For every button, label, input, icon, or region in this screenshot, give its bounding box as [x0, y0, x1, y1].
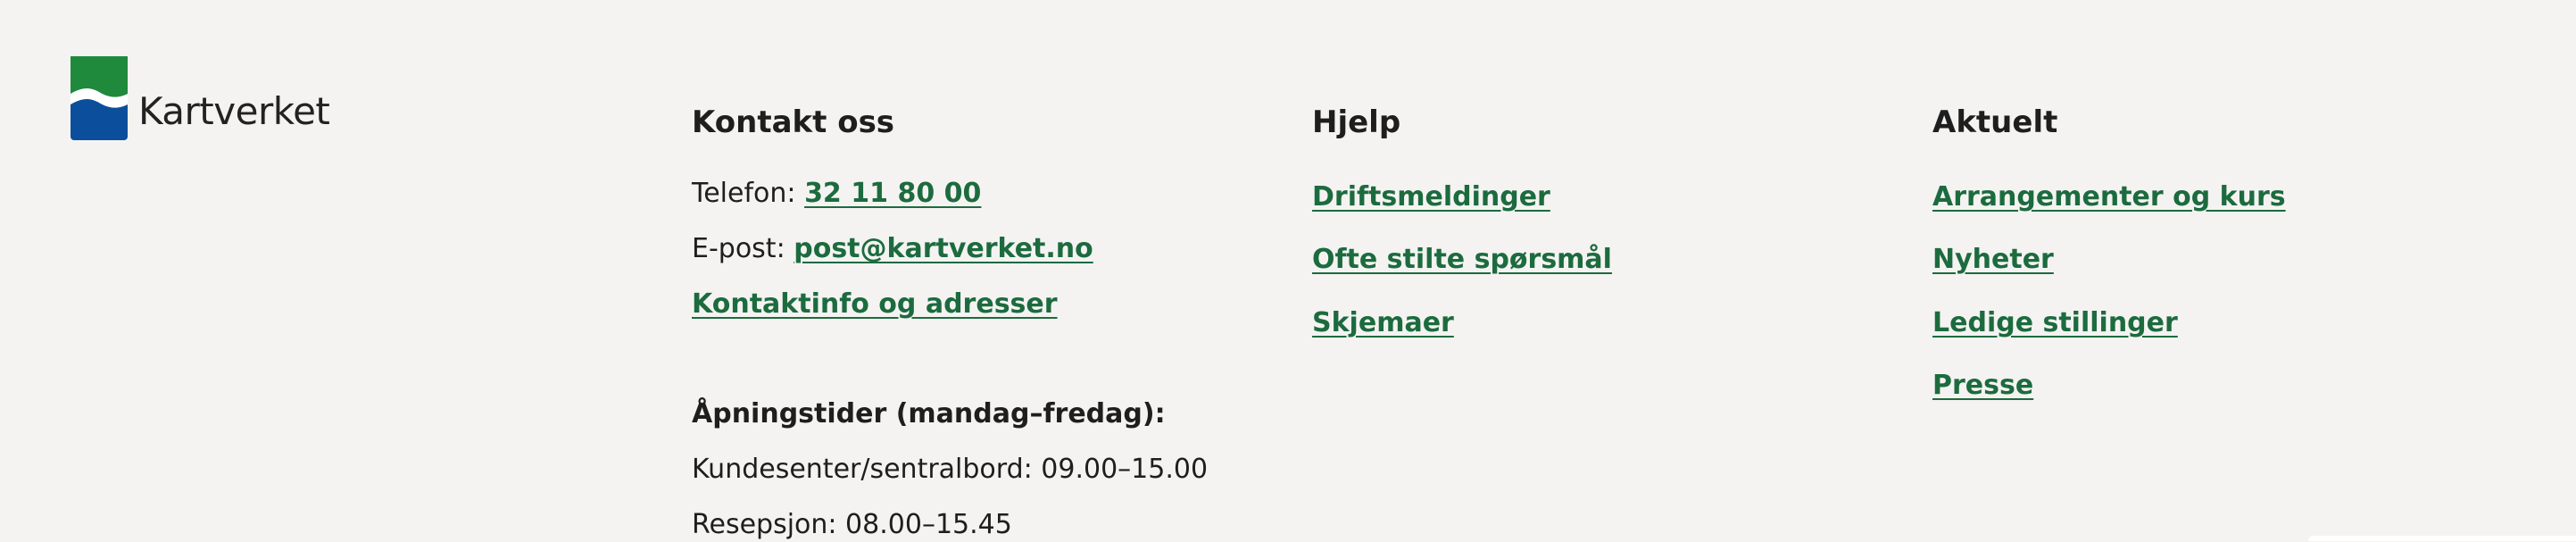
hours-reception: Resepsjon: 08.00–15.45 [692, 509, 1012, 540]
news-link-events[interactable]: Arrangementer og kurs [1932, 181, 2286, 213]
phone-link[interactable]: 32 11 80 00 [804, 178, 981, 209]
news-link-nyheter[interactable]: Nyheter [1932, 244, 2054, 275]
news-link-presse[interactable]: Presse [1932, 370, 2033, 401]
phone-label: Telefon: [692, 178, 796, 209]
contact-heading: Kontakt oss [692, 104, 895, 140]
help-link-driftsmeldinger[interactable]: Driftsmeldinger [1312, 181, 1550, 213]
help-link-faq[interactable]: Ofte stilte spørsmål [1312, 244, 1612, 275]
contact-info-link[interactable]: Kontaktinfo og adresser [692, 288, 1058, 320]
news-link-jobs[interactable]: Ledige stillinger [1932, 307, 2178, 338]
logo-text: Kartverket [138, 89, 330, 133]
email-link[interactable]: post@kartverket.no [794, 233, 1093, 264]
help-heading: Hjelp [1312, 104, 1401, 140]
bottom-right-panel-edge [2308, 536, 2576, 541]
phone-line: Telefon: 32 11 80 00 [692, 177, 981, 211]
kartverket-logo[interactable]: Kartverket [71, 56, 330, 140]
kartverket-logo-icon [71, 56, 128, 140]
email-line: E-post: post@kartverket.no [692, 232, 1093, 266]
email-label: E-post: [692, 233, 785, 264]
news-heading: Aktuelt [1932, 104, 2058, 140]
help-link-skjemaer[interactable]: Skjemaer [1312, 307, 1454, 338]
hours-customer-center: Kundesenter/sentralbord: 09.00–15.00 [692, 454, 1209, 485]
opening-hours-heading: Åpningstider (mandag–fredag): [692, 398, 1166, 429]
